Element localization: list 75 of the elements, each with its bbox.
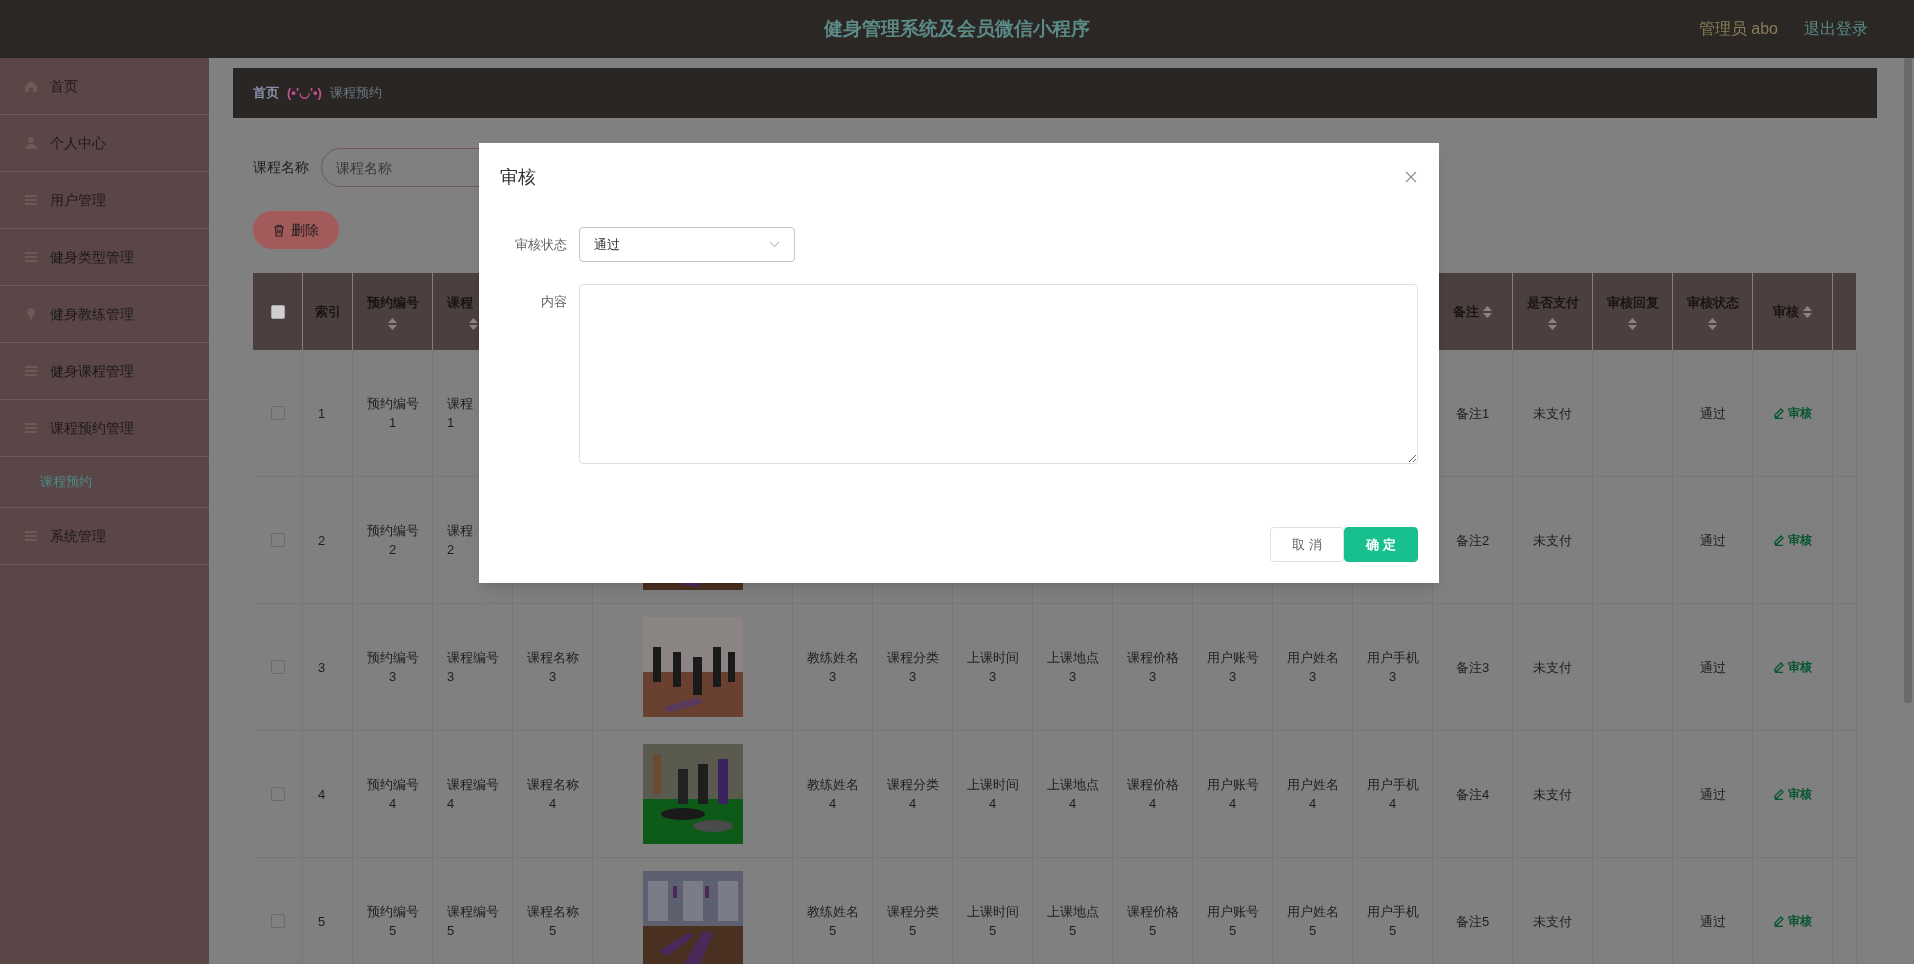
table-cell: 通过 — [1673, 731, 1753, 858]
table-cell: 用户账号 3 — [1193, 604, 1273, 731]
table-cell: 未支付 — [1513, 350, 1593, 477]
sidebar-item[interactable]: 个人中心 — [0, 115, 209, 172]
table-cell: 上课地点 4 — [1033, 731, 1113, 858]
sidebar-subitem[interactable]: 课程预约 — [0, 463, 209, 501]
table-cell: 教练姓名 5 — [793, 858, 873, 964]
table-cell: 用户手机 4 — [1353, 731, 1433, 858]
table-cell: 用户账号 4 — [1193, 731, 1273, 858]
table-cell: 课程名称 3 — [513, 604, 593, 731]
table-cell: 预约编号 1 — [353, 350, 433, 477]
table-cell: 用户手机 3 — [1353, 604, 1433, 731]
field-label: 内容 — [541, 293, 567, 311]
table-cell: 预约编号 5 — [353, 858, 433, 964]
table-cell: 通过 — [1673, 858, 1753, 964]
table-cell: 教练姓名 4 — [793, 731, 873, 858]
table-cell: 课程价格 5 — [1113, 858, 1193, 964]
table-cell: 备注4 — [1433, 731, 1513, 858]
table-cell: 上课时间 5 — [953, 858, 1033, 964]
table-cell: 课程分类 3 — [873, 604, 953, 731]
table-cell: 课程价格 3 — [1113, 604, 1193, 731]
table-cell: 预约编号 4 — [353, 731, 433, 858]
cancel-button[interactable]: 取 消 — [1270, 527, 1344, 562]
table-cell: 课程编号 3 — [433, 604, 513, 731]
breadcrumb-separator: (•'◡'•) — [287, 84, 322, 103]
review-link[interactable]: 审核 — [1773, 404, 1812, 422]
table-cell: 4 — [303, 731, 353, 858]
table-cell: 未支付 — [1513, 604, 1593, 731]
dialog-title: 审核 — [500, 165, 536, 189]
table-cell: 课程分类 5 — [873, 858, 953, 964]
table-cell: 课程价格 4 — [1113, 731, 1193, 858]
app-title: 健身管理系统及会员微信小程序 — [824, 16, 1090, 41]
table-cell: 2 — [303, 477, 353, 604]
table-cell: 预约编号 3 — [353, 604, 433, 731]
table-cell: 通过 — [1673, 477, 1753, 604]
delete-button[interactable]: 删除 — [253, 211, 339, 249]
search-label: 课程名称 — [253, 158, 309, 177]
table-cell: 用户账号 5 — [1193, 858, 1273, 964]
table-cell: 备注5 — [1433, 858, 1513, 964]
table-cell: 用户手机 5 — [1353, 858, 1433, 964]
table-cell: 未支付 — [1513, 477, 1593, 604]
table-cell: 课程编号 5 — [433, 858, 513, 964]
table-cell: 上课时间 3 — [953, 604, 1033, 731]
table-cell: 课程编号 4 — [433, 731, 513, 858]
table-cell: 5 — [303, 858, 353, 964]
logout-link[interactable]: 退出登录 — [1804, 17, 1868, 41]
table-cell: 备注3 — [1433, 604, 1513, 731]
table-cell: 课程名称 4 — [513, 731, 593, 858]
table-cell: 通过 — [1673, 604, 1753, 731]
review-link[interactable]: 审核 — [1773, 531, 1812, 549]
review-link[interactable]: 审核 — [1773, 912, 1812, 930]
table-cell: 1 — [303, 350, 353, 477]
table-cell: 用户姓名 4 — [1273, 731, 1353, 858]
breadcrumb-current: 课程预约 — [329, 84, 382, 103]
field-label: 审核状态 — [515, 236, 567, 254]
table-cell: 未支付 — [1513, 731, 1593, 858]
review-link[interactable]: 审核 — [1773, 658, 1812, 676]
table-cell: 通过 — [1673, 350, 1753, 477]
table-cell: 上课地点 5 — [1033, 858, 1113, 964]
table-cell: 上课地点 3 — [1033, 604, 1113, 731]
review-link[interactable]: 审核 — [1773, 785, 1812, 803]
table-cell: 教练姓名 3 — [793, 604, 873, 731]
table-cell: 课程名称 5 — [513, 858, 593, 964]
breadcrumb-link[interactable]: 首页 — [253, 83, 279, 103]
confirm-button[interactable]: 确 定 — [1344, 527, 1418, 562]
table-cell: 未支付 — [1513, 858, 1593, 964]
table-cell: 课程分类 4 — [873, 731, 953, 858]
table-cell: 上课时间 4 — [953, 731, 1033, 858]
table-cell: 用户姓名 5 — [1273, 858, 1353, 964]
status-dropdown[interactable]: 通过 — [579, 227, 795, 262]
table-cell: 用户姓名 3 — [1273, 604, 1353, 731]
user-name: 管理员 abo — [1698, 19, 1778, 39]
table-cell: 3 — [303, 604, 353, 731]
sidebar-item[interactable]: 首页 — [0, 58, 209, 115]
table-cell: 预约编号 2 — [353, 477, 433, 604]
